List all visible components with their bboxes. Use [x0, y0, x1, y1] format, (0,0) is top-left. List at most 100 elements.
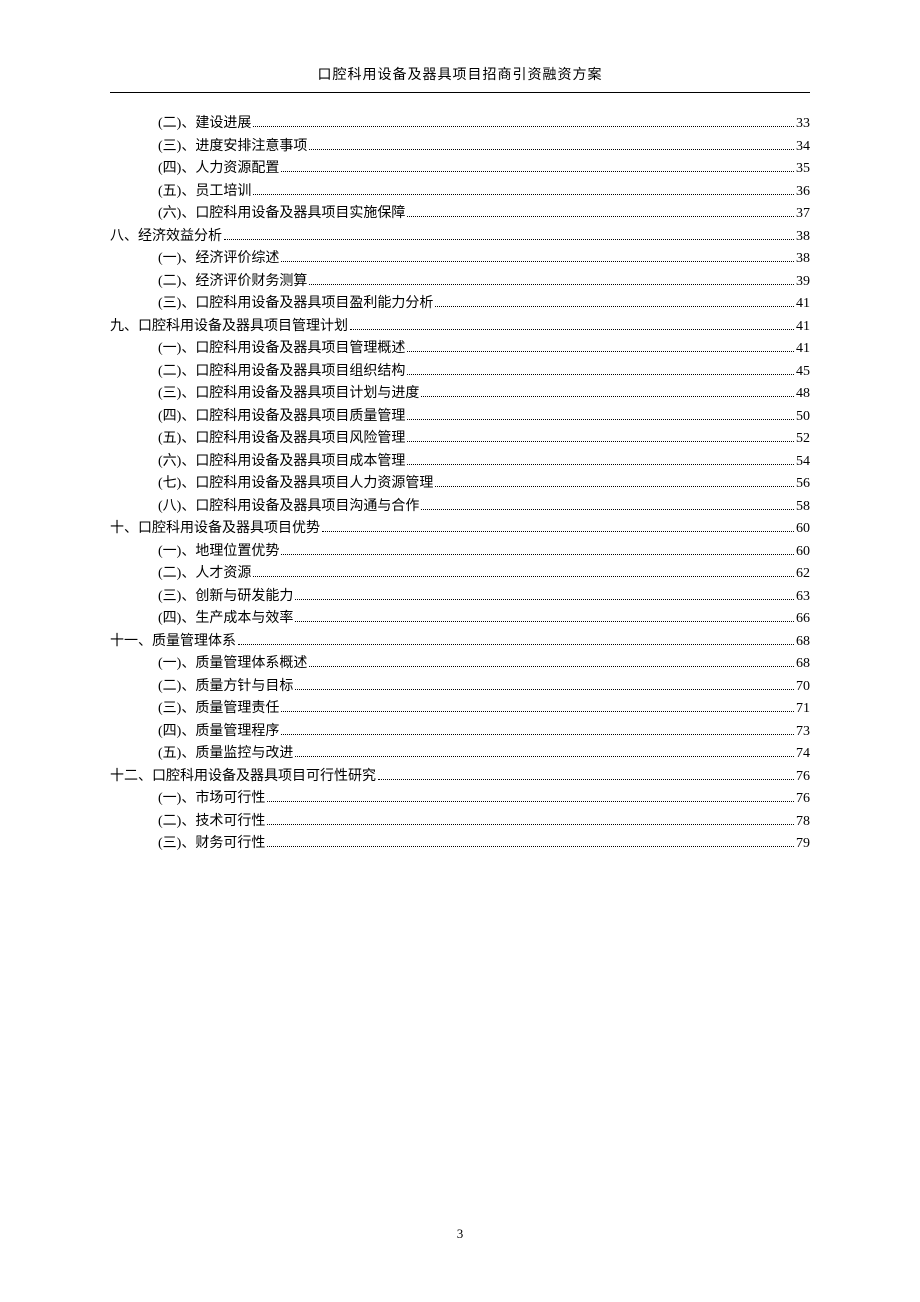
toc-leader-dots: [435, 486, 794, 487]
toc-entry-page: 63: [796, 590, 810, 604]
toc-entry: (四)、口腔科用设备及器具项目质量管理 50: [110, 410, 810, 424]
toc-entry-label: (一)、经济评价综述: [158, 252, 279, 266]
toc-leader-dots: [322, 531, 794, 532]
toc-entry: (一)、地理位置优势 60: [110, 545, 810, 559]
toc-entry: (二)、技术可行性78: [110, 815, 810, 829]
toc-entry-label: (六)、口腔科用设备及器具项目实施保障: [158, 207, 405, 221]
toc-leader-dots: [295, 689, 794, 690]
toc-leader-dots: [295, 756, 794, 757]
toc-entry-page: 70: [796, 680, 810, 694]
toc-entry: (三)、口腔科用设备及器具项目盈利能力分析41: [110, 297, 810, 311]
toc-leader-dots: [407, 374, 794, 375]
toc-entry-page: 52: [796, 432, 810, 446]
toc-leader-dots: [281, 261, 794, 262]
toc-entry-page: 34: [796, 140, 810, 154]
toc-entry-label: (七)、口腔科用设备及器具项目人力资源管理: [158, 477, 433, 491]
toc-entry-label: (一)、市场可行性: [158, 792, 265, 806]
toc-entry: (四)、质量管理程序 73: [110, 725, 810, 739]
toc-entry-label: (二)、建设进展: [158, 117, 251, 131]
toc-leader-dots: [407, 351, 794, 352]
toc-leader-dots: [281, 711, 794, 712]
toc-entry-label: 十一、质量管理体系: [110, 635, 236, 649]
toc-leader-dots: [421, 509, 794, 510]
toc-entry: (三)、口腔科用设备及器具项目计划与进度48: [110, 387, 810, 401]
toc-entry-page: 71: [796, 702, 810, 716]
toc-entry-label: (二)、人才资源: [158, 567, 251, 581]
toc-entry-label: (五)、员工培训: [158, 185, 251, 199]
toc-entry-page: 37: [796, 207, 810, 221]
toc-entry-label: (三)、口腔科用设备及器具项目计划与进度: [158, 387, 419, 401]
toc-entry: (二)、经济评价财务测算 39: [110, 275, 810, 289]
toc-entry: (三)、财务可行性79: [110, 837, 810, 851]
toc-entry: (四)、人力资源配置 35: [110, 162, 810, 176]
toc-leader-dots: [309, 666, 794, 667]
toc-entry-page: 68: [796, 635, 810, 649]
toc-entry-label: (三)、创新与研发能力: [158, 590, 293, 604]
toc-entry-page: 76: [796, 770, 810, 784]
toc-leader-dots: [238, 644, 794, 645]
toc-leader-dots: [407, 419, 794, 420]
toc-leader-dots: [267, 824, 794, 825]
toc-leader-dots: [253, 194, 794, 195]
toc-entry-page: 35: [796, 162, 810, 176]
toc-entry-label: (二)、质量方针与目标: [158, 680, 293, 694]
toc-entry-label: (五)、质量监控与改进: [158, 747, 293, 761]
toc-entry: (三)、进度安排注意事项34: [110, 140, 810, 154]
toc-leader-dots: [267, 846, 794, 847]
toc-leader-dots: [267, 801, 794, 802]
toc-entry-label: (三)、财务可行性: [158, 837, 265, 851]
toc-entry-label: (四)、生产成本与效率: [158, 612, 293, 626]
toc-entry-label: (二)、技术可行性: [158, 815, 265, 829]
toc-entry-label: (二)、经济评价财务测算: [158, 275, 307, 289]
toc-entry-label: (四)、人力资源配置: [158, 162, 279, 176]
toc-entry: 十二、口腔科用设备及器具项目可行性研究76: [110, 770, 810, 784]
toc-entry: (六)、口腔科用设备及器具项目成本管理54: [110, 455, 810, 469]
toc-leader-dots: [407, 216, 794, 217]
toc-entry: (五)、质量监控与改进 74: [110, 747, 810, 761]
toc-entry-page: 41: [796, 320, 810, 334]
toc-entry-page: 50: [796, 410, 810, 424]
toc-entry: (一)、口腔科用设备及器具项目管理概述41: [110, 342, 810, 356]
toc-entry-label: (一)、地理位置优势: [158, 545, 279, 559]
toc-entry: (二)、人才资源 62: [110, 567, 810, 581]
toc-entry: 九、口腔科用设备及器具项目管理计划 41: [110, 320, 810, 334]
toc-entry-label: 九、口腔科用设备及器具项目管理计划: [110, 320, 348, 334]
toc-entry-page: 76: [796, 792, 810, 806]
document-page: 口腔科用设备及器具项目招商引资融资方案 (二)、建设进展33(三)、进度安排注意…: [0, 0, 920, 851]
toc-entry-page: 36: [796, 185, 810, 199]
toc-leader-dots: [281, 734, 794, 735]
toc-entry: (三)、创新与研发能力 63: [110, 590, 810, 604]
toc-entry: (一)、经济评价综述38: [110, 252, 810, 266]
toc-entry: (一)、质量管理体系概述68: [110, 657, 810, 671]
table-of-contents: (二)、建设进展 33 (三)、进度安排注意事项34 (四)、人力资源配置 35 (五)、…: [110, 117, 810, 851]
toc-entry: (二)、质量方针与目标 70: [110, 680, 810, 694]
toc-entry-page: 41: [796, 342, 810, 356]
toc-entry-page: 33: [796, 117, 810, 131]
toc-entry: (三)、质量管理责任 71: [110, 702, 810, 716]
toc-entry-label: 八、经济效益分析: [110, 230, 222, 244]
toc-entry-page: 58: [796, 500, 810, 514]
toc-entry: (四)、生产成本与效率 66: [110, 612, 810, 626]
toc-entry-page: 74: [796, 747, 810, 761]
toc-entry: 十一、质量管理体系 68: [110, 635, 810, 649]
toc-entry: (一)、市场可行性 76: [110, 792, 810, 806]
toc-leader-dots: [407, 464, 794, 465]
toc-entry-page: 73: [796, 725, 810, 739]
toc-entry-label: (五)、口腔科用设备及器具项目风险管理: [158, 432, 405, 446]
toc-entry-page: 38: [796, 230, 810, 244]
toc-entry-label: (四)、质量管理程序: [158, 725, 279, 739]
toc-entry: (五)、口腔科用设备及器具项目风险管理 52: [110, 432, 810, 446]
toc-entry-page: 39: [796, 275, 810, 289]
toc-entry-page: 60: [796, 545, 810, 559]
toc-entry-label: (三)、质量管理责任: [158, 702, 279, 716]
header-divider: [110, 92, 810, 93]
toc-entry-page: 56: [796, 477, 810, 491]
toc-entry-page: 66: [796, 612, 810, 626]
toc-entry: (二)、建设进展 33: [110, 117, 810, 131]
toc-entry-page: 62: [796, 567, 810, 581]
toc-entry-label: (二)、口腔科用设备及器具项目组织结构: [158, 365, 405, 379]
toc-leader-dots: [224, 239, 794, 240]
toc-entry: (二)、口腔科用设备及器具项目组织结构45: [110, 365, 810, 379]
toc-entry: 八、经济效益分析 38: [110, 230, 810, 244]
toc-entry-label: (四)、口腔科用设备及器具项目质量管理: [158, 410, 405, 424]
